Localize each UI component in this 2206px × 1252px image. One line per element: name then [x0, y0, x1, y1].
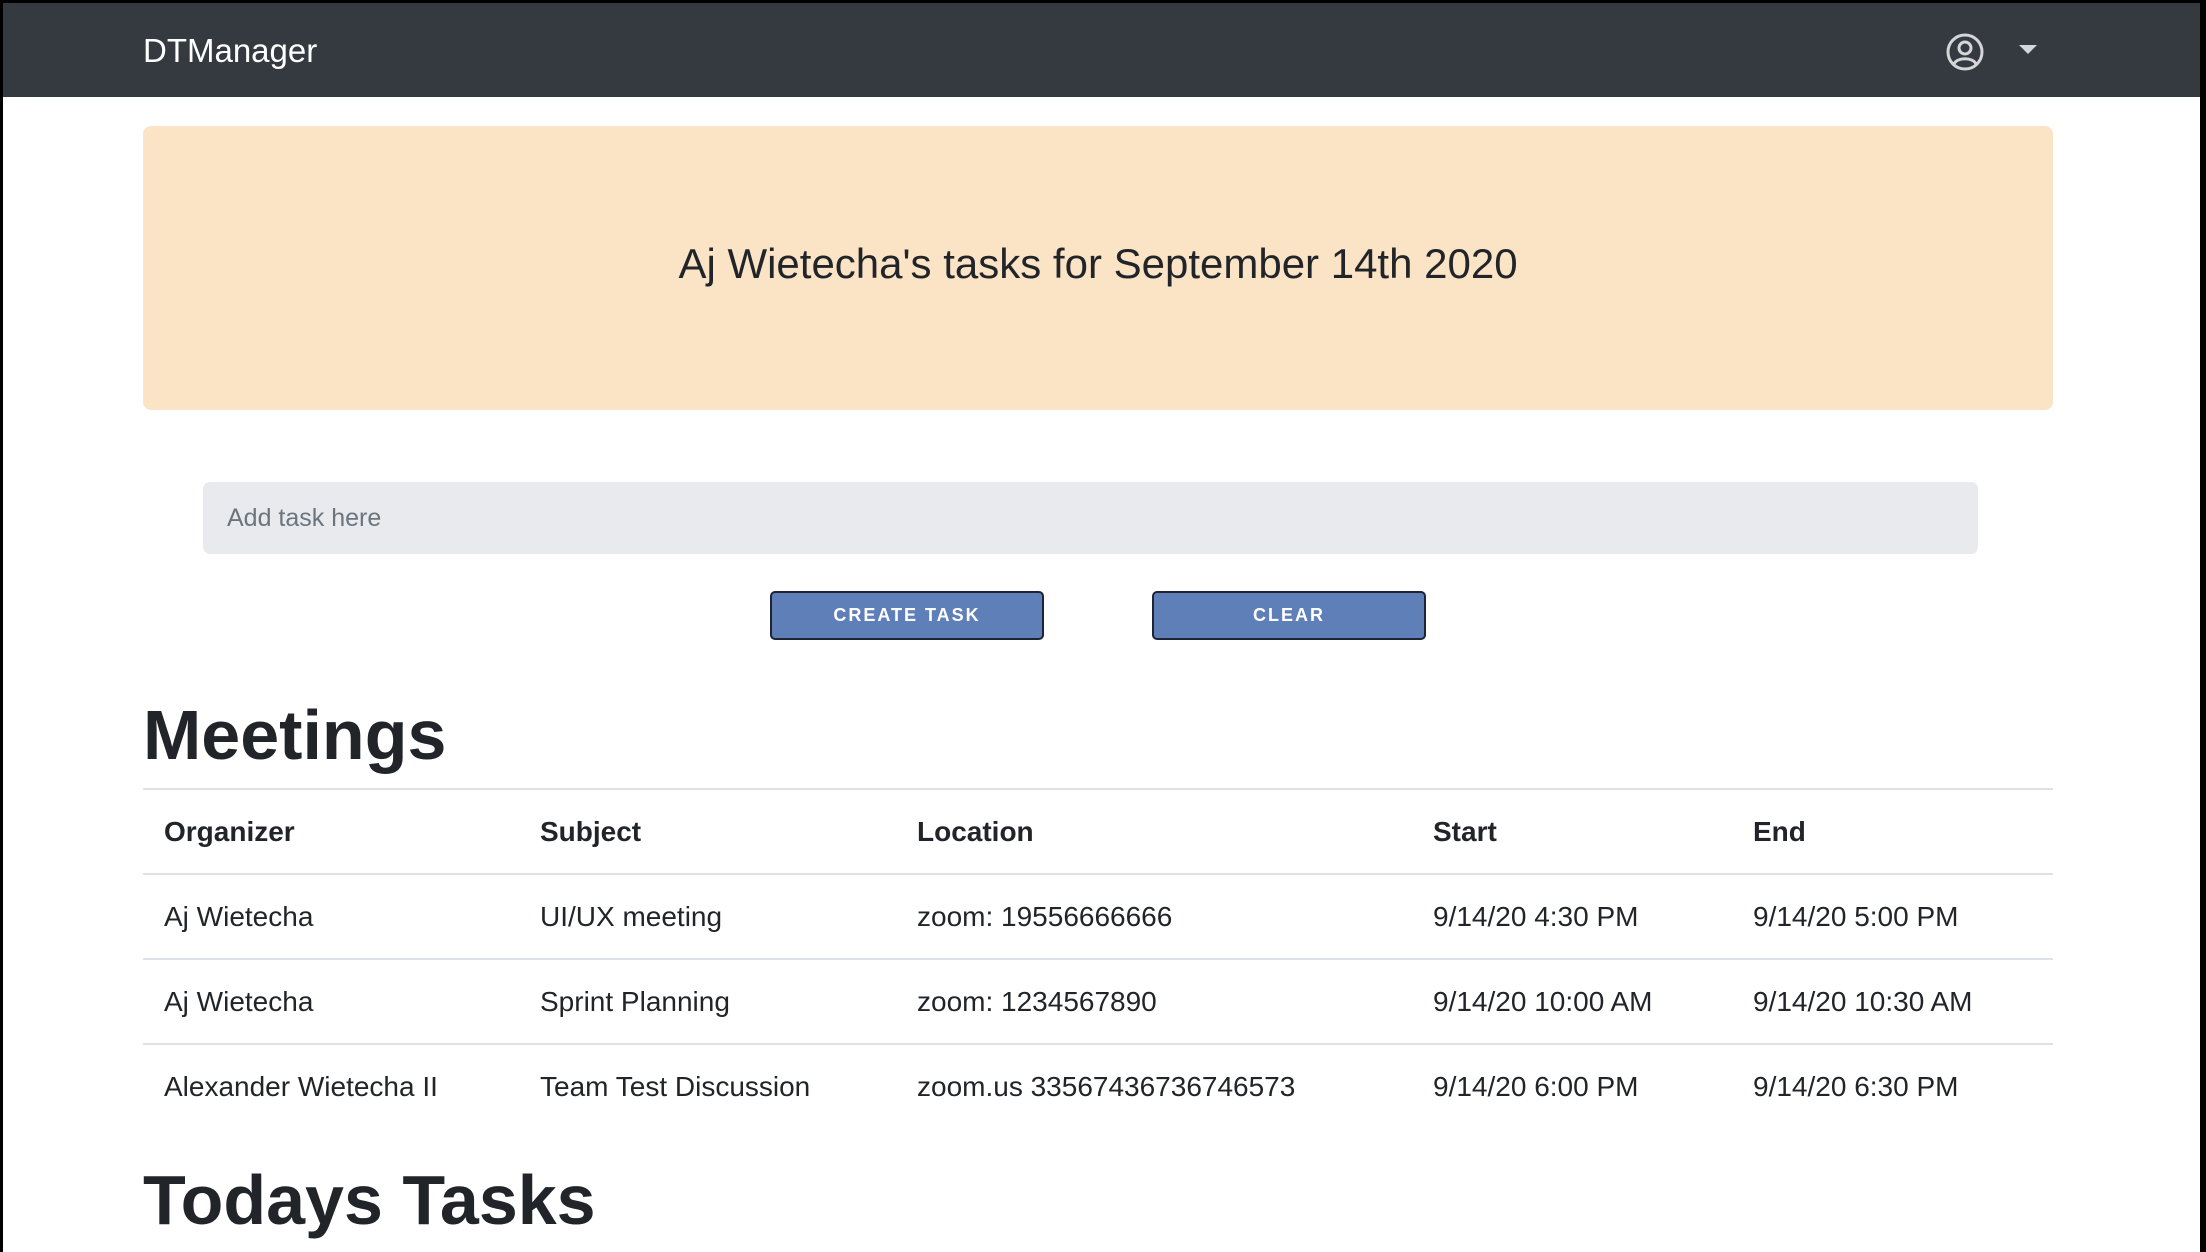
- table-row[interactable]: Aj Wietecha Sprint Planning zoom: 123456…: [143, 958, 2053, 1044]
- caret-down-icon[interactable]: [2019, 45, 2037, 54]
- top-navbar: DTManager: [3, 3, 2200, 97]
- cell-end: 9/14/20 5:00 PM: [1732, 873, 2053, 959]
- add-task-input[interactable]: [203, 482, 1978, 554]
- cell-start: 9/14/20 4:30 PM: [1412, 873, 1732, 959]
- cell-organizer: Aj Wietecha: [143, 873, 519, 959]
- create-task-button[interactable]: CREATE TASK: [770, 591, 1044, 640]
- page-title: Aj Wietecha's tasks for September 14th 2…: [678, 240, 1518, 287]
- cell-location: zoom.us 33567436736746573: [896, 1043, 1412, 1129]
- cell-end: 9/14/20 6:30 PM: [1732, 1043, 2053, 1129]
- header-banner: Aj Wietecha's tasks for September 14th 2…: [143, 126, 2053, 410]
- clear-button[interactable]: CLEAR: [1152, 591, 1426, 640]
- column-header-organizer[interactable]: Organizer: [143, 788, 519, 874]
- table-row[interactable]: Alexander Wietecha II Team Test Discussi…: [143, 1043, 2053, 1129]
- column-header-location[interactable]: Location: [896, 788, 1412, 874]
- cell-subject: Team Test Discussion: [519, 1043, 896, 1129]
- cell-start: 9/14/20 6:00 PM: [1412, 1043, 1732, 1129]
- cell-organizer: Alexander Wietecha II: [143, 1043, 519, 1129]
- cell-subject: UI/UX meeting: [519, 873, 896, 959]
- table-header-row: Organizer Subject Location Start End: [143, 788, 2053, 874]
- cell-start: 9/14/20 10:00 AM: [1412, 958, 1732, 1044]
- column-header-end[interactable]: End: [1732, 788, 2053, 874]
- cell-organizer: Aj Wietecha: [143, 958, 519, 1044]
- cell-end: 9/14/20 10:30 AM: [1732, 958, 2053, 1044]
- brand-logo[interactable]: DTManager: [143, 31, 317, 71]
- cell-location: zoom: 1234567890: [896, 958, 1412, 1044]
- app-window: DTManager Aj Wietecha's tasks for Septem…: [3, 3, 2200, 1252]
- cell-location: zoom: 19556666666: [896, 873, 1412, 959]
- todays-tasks-heading: Todays Tasks: [143, 1161, 596, 1239]
- column-header-start[interactable]: Start: [1412, 788, 1732, 874]
- meetings-table: Organizer Subject Location Start End Aj …: [143, 788, 2053, 1129]
- cell-subject: Sprint Planning: [519, 958, 896, 1044]
- column-header-subject[interactable]: Subject: [519, 788, 896, 874]
- meetings-heading: Meetings: [143, 696, 447, 774]
- user-circle-icon[interactable]: [1945, 32, 1985, 72]
- table-row[interactable]: Aj Wietecha UI/UX meeting zoom: 19556666…: [143, 873, 2053, 959]
